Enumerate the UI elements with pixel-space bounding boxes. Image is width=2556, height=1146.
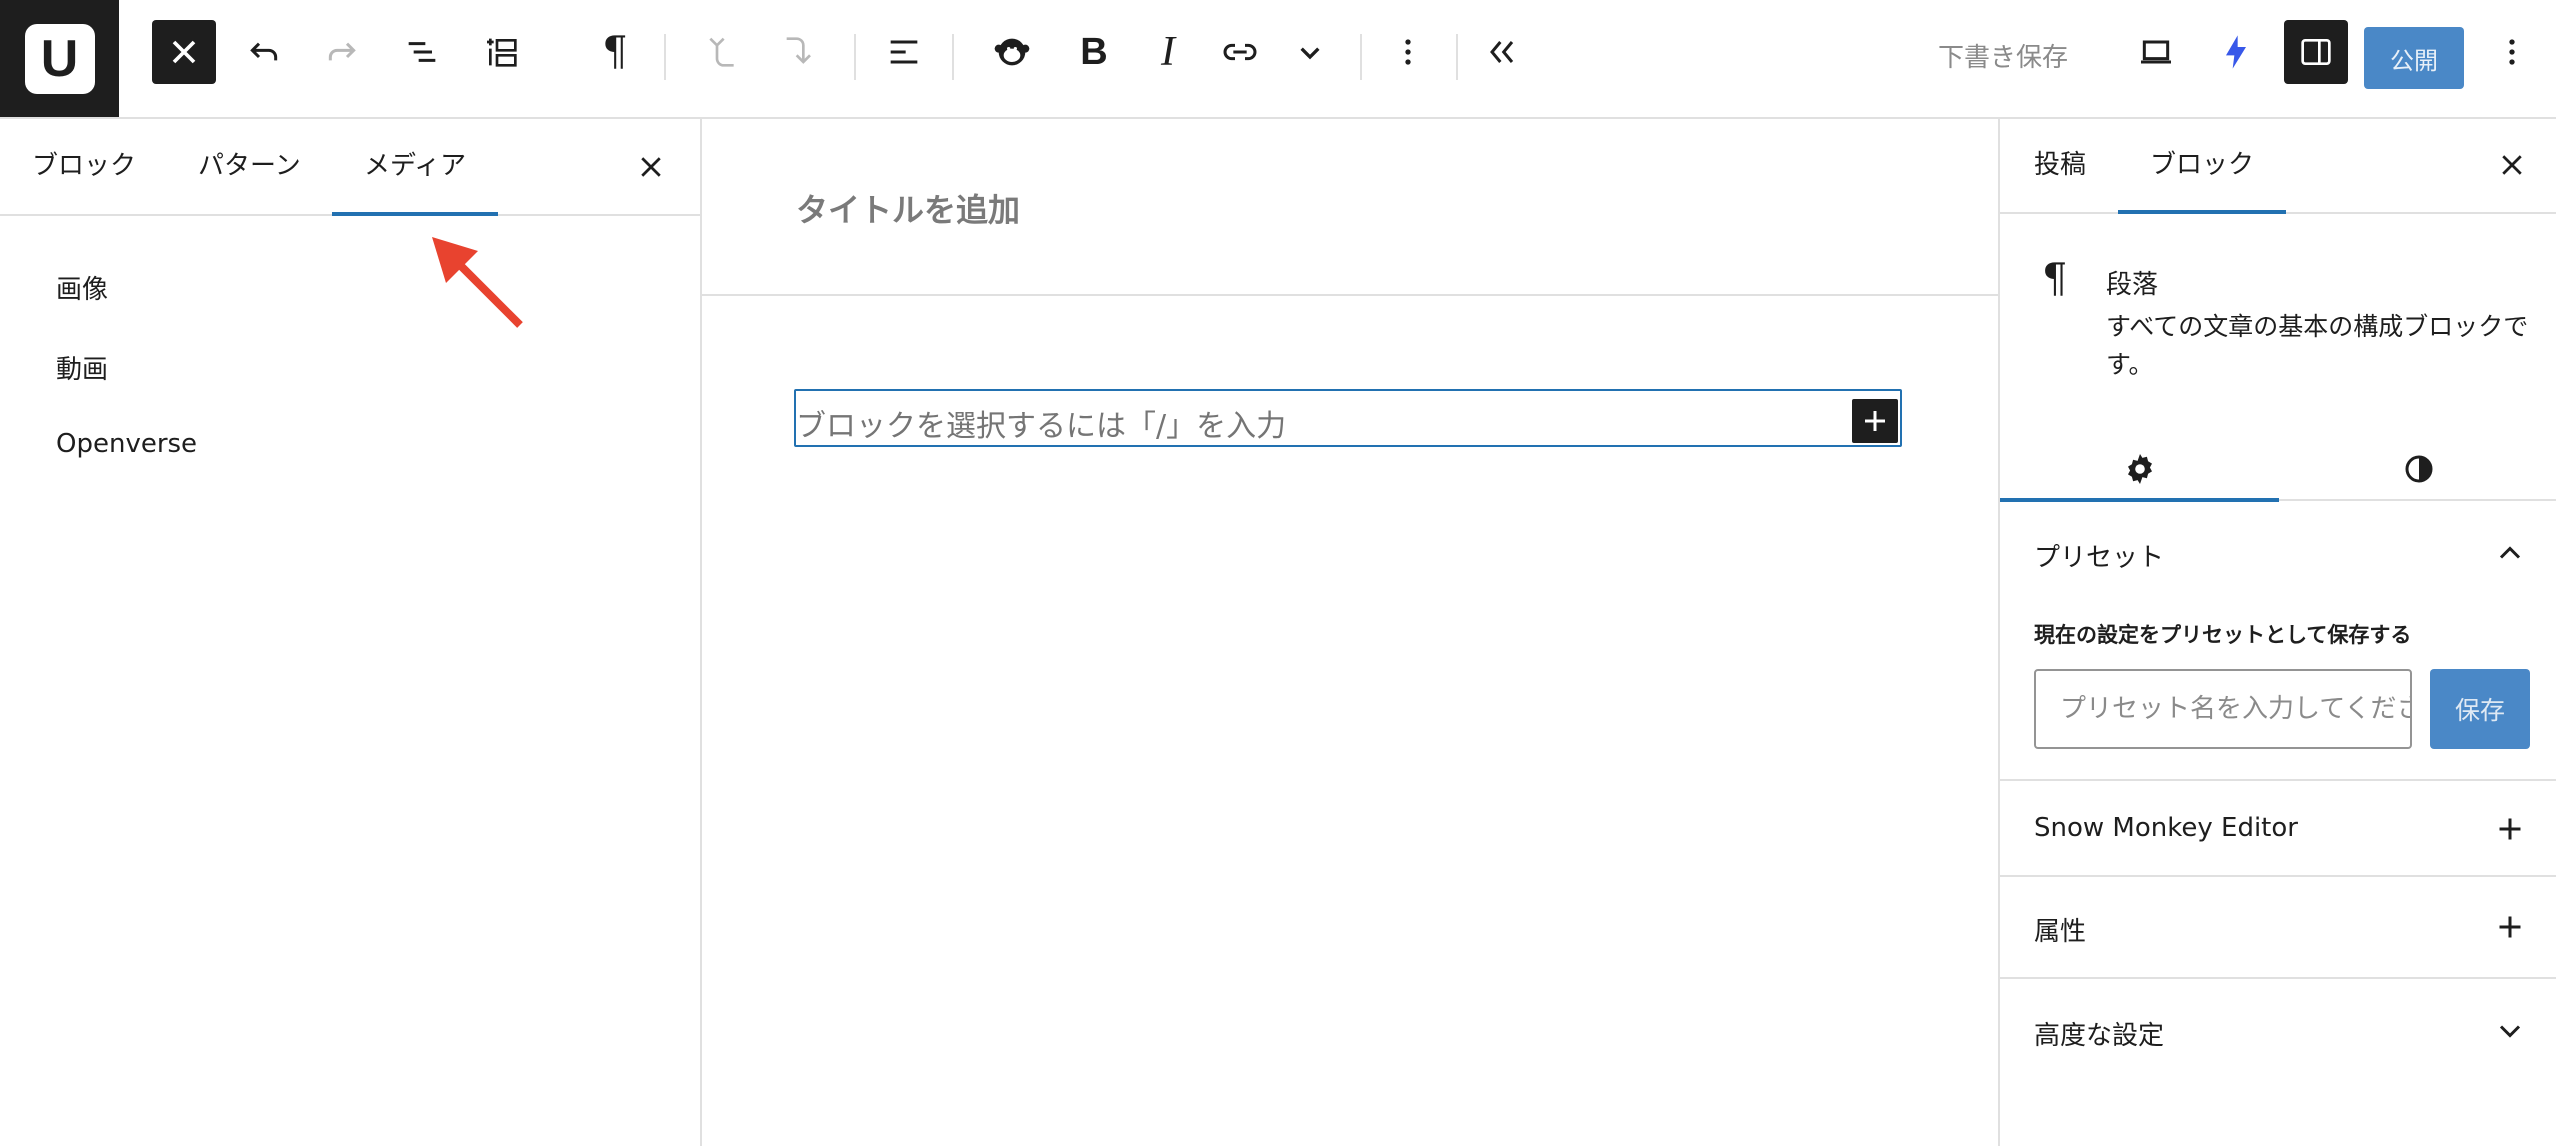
transform-block-button[interactable]: ¶ bbox=[583, 20, 647, 84]
post-title-input[interactable]: タイトルを追加 bbox=[796, 185, 1020, 231]
close-inserter-panel-button[interactable] bbox=[627, 143, 675, 191]
chevron-up-icon[interactable] bbox=[2492, 535, 2528, 571]
toolbar-divider bbox=[1456, 34, 1458, 80]
contrast-icon bbox=[2405, 455, 2432, 483]
settings-sidebar-toggle[interactable] bbox=[2284, 20, 2348, 84]
move-down-button[interactable] bbox=[768, 20, 832, 84]
vertical-dots-icon bbox=[1405, 39, 1411, 65]
media-item-openverse[interactable]: Openverse bbox=[56, 429, 197, 459]
bold-icon: B bbox=[1080, 30, 1108, 73]
monkey-icon bbox=[994, 38, 1030, 66]
chevron-down-icon[interactable] bbox=[2492, 1013, 2528, 1049]
undo-icon bbox=[250, 42, 278, 61]
attributes-panel-header[interactable]: 属性 bbox=[2034, 911, 2086, 948]
site-logo-button[interactable]: U bbox=[0, 0, 119, 117]
options-menu-button[interactable] bbox=[2480, 20, 2544, 84]
editor-canvas: タイトルを追加 ブロックを選択するには「/」を入力 bbox=[702, 119, 1998, 1146]
move-up-icon bbox=[709, 37, 734, 67]
toolbar-divider bbox=[952, 34, 954, 80]
inserter-tabs: ブロック パターン メディア bbox=[0, 119, 700, 216]
tab-post[interactable]: 投稿 bbox=[2034, 119, 2086, 212]
vertical-dots-icon bbox=[2509, 39, 2515, 65]
publish-button[interactable]: 公開 bbox=[2364, 27, 2464, 89]
block-description: すべての文章の基本の構成ブロックです。 bbox=[2106, 312, 2529, 379]
laptop-icon bbox=[2141, 40, 2171, 64]
settings-sidebar: 投稿 ブロック ¶ 段落 すべての文章の基本の構成ブロックです。 プリセット 現… bbox=[1998, 119, 2556, 1146]
panel-divider bbox=[2000, 875, 2556, 877]
preset-save-button[interactable]: 保存 bbox=[2430, 669, 2530, 749]
document-overview-button[interactable] bbox=[390, 20, 454, 84]
block-title: 段落 bbox=[2106, 270, 2159, 300]
panel-divider bbox=[2000, 977, 2556, 979]
settings-tabs: 投稿 ブロック bbox=[2000, 119, 2556, 214]
link-icon bbox=[1223, 43, 1257, 61]
preset-panel-header[interactable]: プリセット bbox=[2034, 537, 2164, 574]
toolbar-divider bbox=[664, 34, 666, 80]
block-layout-icon bbox=[487, 38, 517, 67]
block-inserter-panel: ブロック パターン メディア 画像 動画 Openverse bbox=[0, 119, 702, 1146]
block-options-button[interactable] bbox=[1376, 20, 1440, 84]
tab-block[interactable]: ブロック bbox=[2117, 119, 2287, 214]
tab-media[interactable]: メディア bbox=[331, 119, 499, 216]
plus-icon[interactable] bbox=[2492, 811, 2528, 847]
undo-button[interactable] bbox=[232, 20, 296, 84]
sidebar-icon bbox=[2301, 39, 2331, 65]
media-item-video[interactable]: 動画 bbox=[56, 349, 108, 386]
toolbar-divider bbox=[854, 34, 856, 80]
close-icon bbox=[641, 157, 661, 177]
tab-block-settings[interactable] bbox=[2000, 434, 2279, 504]
logo-icon: U bbox=[24, 23, 95, 94]
paragraph-placeholder[interactable]: ブロックを選択するには「/」を入力 bbox=[796, 401, 1286, 445]
post-title-area: タイトルを追加 bbox=[702, 119, 1998, 296]
paragraph-block[interactable]: ブロックを選択するには「/」を入力 bbox=[794, 389, 1902, 447]
close-icon bbox=[2502, 155, 2522, 175]
paragraph-icon: ¶ bbox=[602, 29, 628, 75]
panel-divider bbox=[2000, 779, 2556, 781]
list-view-icon bbox=[408, 42, 436, 62]
paragraph-icon: ¶ bbox=[2042, 256, 2068, 302]
close-inserter-button[interactable] bbox=[152, 20, 216, 84]
gear-icon bbox=[2127, 454, 2152, 484]
preset-name-input[interactable]: プリセット名を入力してください bbox=[2034, 669, 2412, 749]
tab-blocks[interactable]: ブロック bbox=[32, 119, 136, 214]
snow-monkey-button[interactable] bbox=[980, 20, 1044, 84]
add-block-button[interactable] bbox=[1852, 399, 1898, 443]
advanced-panel-header[interactable]: 高度な設定 bbox=[2034, 1015, 2164, 1052]
plus-icon bbox=[1865, 411, 1885, 431]
link-button[interactable] bbox=[1208, 20, 1272, 84]
close-icon bbox=[172, 40, 196, 64]
annotation-arrow bbox=[432, 237, 523, 328]
move-up-button[interactable] bbox=[690, 20, 754, 84]
italic-icon: I bbox=[1161, 29, 1175, 75]
subtab-active-indicator bbox=[2000, 498, 2279, 502]
move-down-icon bbox=[786, 37, 811, 64]
block-tools-button[interactable] bbox=[470, 20, 534, 84]
preset-save-label: 現在の設定をプリセットとして保存する bbox=[2034, 623, 2412, 647]
performance-button[interactable] bbox=[2204, 20, 2268, 84]
save-draft-button[interactable]: 下書き保存 bbox=[1938, 34, 2068, 82]
bold-button[interactable]: B bbox=[1062, 20, 1126, 84]
media-item-image[interactable]: 画像 bbox=[56, 269, 108, 306]
toolbar-divider bbox=[1360, 34, 1362, 80]
more-formatting-button[interactable] bbox=[1278, 20, 1342, 84]
align-left-icon bbox=[890, 40, 918, 64]
chevron-down-icon bbox=[1300, 47, 1320, 60]
editor-toolbar: U ¶ B I 下書き保存 公開 bbox=[0, 0, 2556, 119]
plus-icon[interactable] bbox=[2492, 909, 2528, 945]
tab-styles[interactable] bbox=[2279, 434, 2556, 504]
redo-button[interactable] bbox=[310, 20, 374, 84]
collapse-toolbar-button[interactable] bbox=[1470, 20, 1534, 84]
lightning-icon bbox=[2226, 35, 2246, 69]
close-settings-button[interactable] bbox=[2488, 141, 2536, 189]
preview-button[interactable] bbox=[2124, 20, 2188, 84]
redo-icon bbox=[328, 42, 356, 61]
align-button[interactable] bbox=[872, 20, 936, 84]
double-chevron-left-icon bbox=[1490, 41, 1514, 63]
snow-monkey-editor-panel-header[interactable]: Snow Monkey Editor bbox=[2034, 813, 2298, 843]
italic-button[interactable]: I bbox=[1136, 20, 1200, 84]
tab-patterns[interactable]: パターン bbox=[198, 119, 301, 214]
